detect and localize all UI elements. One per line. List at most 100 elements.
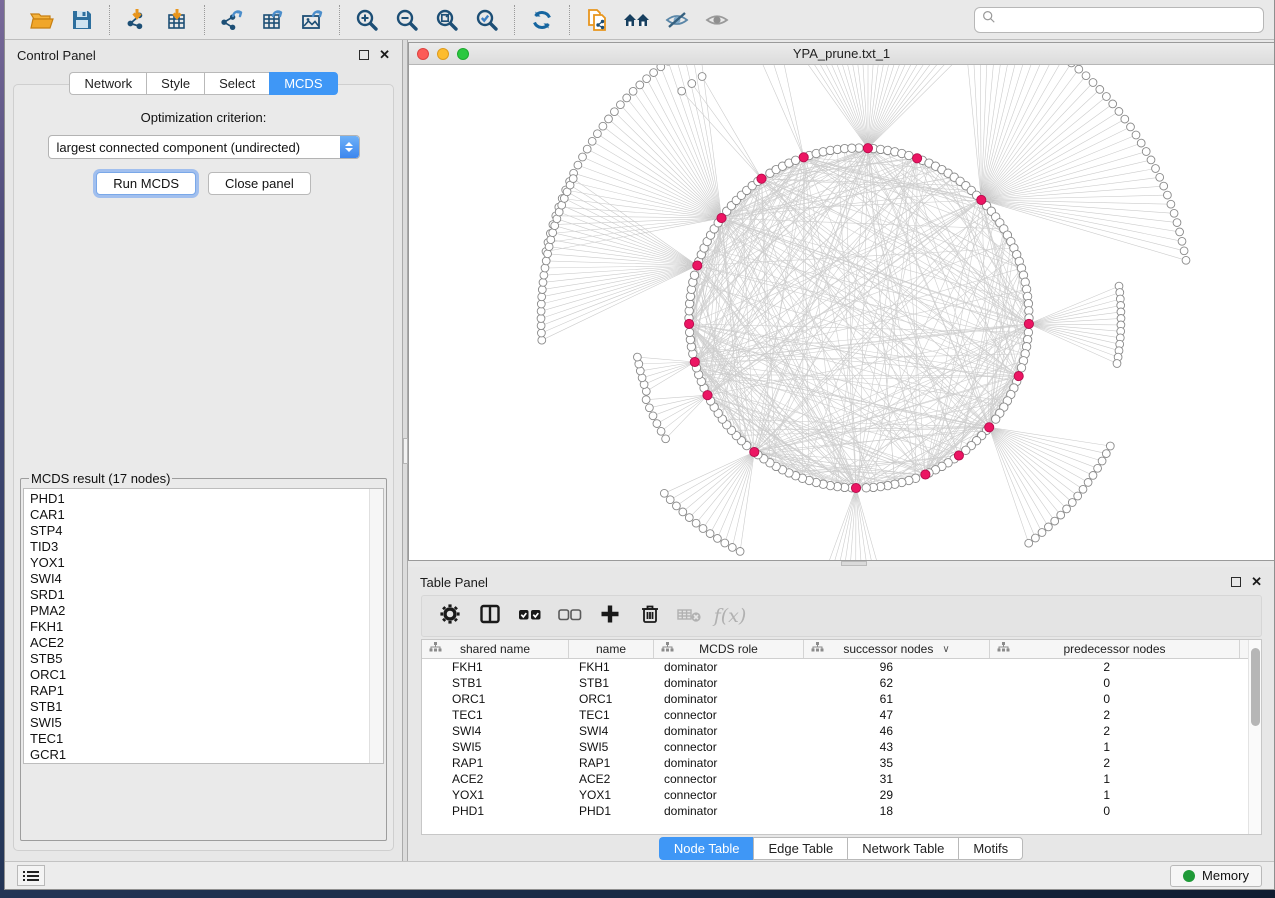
mcds-hub-node[interactable] xyxy=(913,154,922,163)
export-image-button[interactable] xyxy=(295,5,329,35)
import-network-button[interactable] xyxy=(120,5,154,35)
table-row[interactable]: FKH1FKH1dominator962 xyxy=(422,659,1248,675)
table-row[interactable]: STB1STB1dominator620 xyxy=(422,675,1248,691)
mcds-result-list[interactable]: PHD1CAR1STP4TID3YOX1SWI4SRD1PMA2FKH1ACE2… xyxy=(23,488,384,764)
table-row[interactable]: PHD1PHD1dominator180 xyxy=(422,803,1248,819)
delete-column-button[interactable] xyxy=(632,600,668,632)
mcds-hub-node[interactable] xyxy=(851,483,860,492)
duplicate-network-button[interactable] xyxy=(580,5,614,35)
table-close-panel-icon[interactable]: ✕ xyxy=(1251,577,1262,587)
mcds-hub-node[interactable] xyxy=(799,153,808,162)
mcds-hub-node[interactable] xyxy=(985,423,994,432)
mcds-result-item[interactable]: ACE2 xyxy=(30,635,369,651)
close-panel-button[interactable]: Close panel xyxy=(208,172,311,195)
mcds-result-item[interactable]: RAP1 xyxy=(30,683,369,699)
import-table-button[interactable] xyxy=(160,5,194,35)
zoom-out-button[interactable] xyxy=(390,5,424,35)
table-row[interactable]: ACE2ACE2connector311 xyxy=(422,771,1248,787)
mcds-result-item[interactable]: ORC1 xyxy=(30,667,369,683)
table-splitter-grip-icon[interactable] xyxy=(841,561,867,566)
mcds-result-item[interactable]: PHD1 xyxy=(30,491,369,507)
memory-button[interactable]: Memory xyxy=(1170,865,1262,887)
splitter-grip-icon[interactable] xyxy=(403,438,408,464)
zoom-fit-button[interactable] xyxy=(430,5,464,35)
mcds-result-item[interactable]: PMA2 xyxy=(30,603,369,619)
close-panel-icon[interactable]: ✕ xyxy=(379,50,390,60)
mcds-result-item[interactable]: CAR1 xyxy=(30,507,369,523)
mcds-hub-node[interactable] xyxy=(921,470,930,479)
table-float-panel-icon[interactable] xyxy=(1231,577,1241,587)
refresh-button[interactable] xyxy=(525,5,559,35)
zoom-in-button[interactable] xyxy=(350,5,384,35)
table-settings-button[interactable] xyxy=(432,600,468,632)
search-input[interactable] xyxy=(1002,12,1256,27)
task-history-button[interactable] xyxy=(17,865,45,886)
mcds-hub-node[interactable] xyxy=(690,357,699,366)
tab-mcds[interactable]: MCDS xyxy=(269,72,337,95)
mcds-result-item[interactable]: STB1 xyxy=(30,699,369,715)
table-tab-network-table[interactable]: Network Table xyxy=(847,837,958,860)
mcds-hub-node[interactable] xyxy=(703,391,712,400)
show-columns-button[interactable] xyxy=(472,600,508,632)
result-list-scrollbar[interactable] xyxy=(369,489,383,763)
sort-menu-icon[interactable]: ∨ xyxy=(942,644,949,655)
select-all-columns-button[interactable] xyxy=(512,600,548,632)
mcds-result-item[interactable]: SWI5 xyxy=(30,715,369,731)
table-tab-edge-table[interactable]: Edge Table xyxy=(753,837,847,860)
mcds-hub-node[interactable] xyxy=(757,174,766,183)
column-header-name[interactable]: name xyxy=(569,640,654,658)
table-row[interactable]: SWI5SWI5connector431 xyxy=(422,739,1248,755)
network-canvas[interactable] xyxy=(409,65,1274,560)
create-column-button[interactable] xyxy=(592,600,628,632)
mcds-hub-node[interactable] xyxy=(750,447,759,456)
run-mcds-button[interactable]: Run MCDS xyxy=(96,172,196,195)
mcds-result-item[interactable]: GCR1 xyxy=(30,747,369,763)
mcds-hub-node[interactable] xyxy=(693,261,702,270)
tab-select[interactable]: Select xyxy=(204,72,269,95)
panel-splitter[interactable] xyxy=(402,40,408,861)
search-box[interactable] xyxy=(974,7,1264,33)
deselect-all-columns-button[interactable] xyxy=(552,600,588,632)
show-all-button[interactable] xyxy=(700,5,734,35)
table-scrollbar[interactable] xyxy=(1248,640,1261,834)
mcds-hub-node[interactable] xyxy=(954,451,963,460)
table-tab-node-table[interactable]: Node Table xyxy=(659,837,754,860)
mcds-hub-node[interactable] xyxy=(685,319,694,328)
export-network-button[interactable] xyxy=(215,5,249,35)
export-table-button[interactable] xyxy=(255,5,289,35)
mcds-hub-node[interactable] xyxy=(863,144,872,153)
mcds-hub-node[interactable] xyxy=(717,214,726,223)
mcds-result-item[interactable]: TEC1 xyxy=(30,731,369,747)
mcds-result-item[interactable]: SRD1 xyxy=(30,587,369,603)
mcds-result-item[interactable]: TID3 xyxy=(30,539,369,555)
table-tab-motifs[interactable]: Motifs xyxy=(958,837,1023,860)
column-header-shared-name[interactable]: shared name xyxy=(422,640,569,658)
hide-selected-button[interactable] xyxy=(660,5,694,35)
column-header-successor-nodes[interactable]: successor nodes∨ xyxy=(804,640,990,658)
first-neighbors-button[interactable] xyxy=(620,5,654,35)
mcds-result-item[interactable]: FKH1 xyxy=(30,619,369,635)
table-scrollbar-thumb[interactable] xyxy=(1251,648,1260,726)
mcds-result-item[interactable]: STP4 xyxy=(30,523,369,539)
column-header-MCDS-role[interactable]: MCDS role xyxy=(654,640,804,658)
open-folder-button[interactable] xyxy=(25,5,59,35)
mcds-result-item[interactable]: SWI4 xyxy=(30,571,369,587)
mcds-hub-node[interactable] xyxy=(977,195,986,204)
save-button[interactable] xyxy=(65,5,99,35)
table-row[interactable]: YOX1YOX1connector291 xyxy=(422,787,1248,803)
optimization-criterion-select[interactable]: largest connected component (undirected) xyxy=(48,135,360,159)
zoom-selected-button[interactable] xyxy=(470,5,504,35)
table-row[interactable]: TEC1TEC1connector472 xyxy=(422,707,1248,723)
tab-style[interactable]: Style xyxy=(146,72,204,95)
mcds-result-item[interactable]: YOX1 xyxy=(30,555,369,571)
table-splitter[interactable] xyxy=(408,561,1274,567)
table-row[interactable]: RAP1RAP1dominator352 xyxy=(422,755,1248,771)
table-row[interactable]: ORC1ORC1dominator610 xyxy=(422,691,1248,707)
tab-network[interactable]: Network xyxy=(69,72,146,95)
mcds-hub-node[interactable] xyxy=(1014,372,1023,381)
mcds-result-item[interactable]: STB5 xyxy=(30,651,369,667)
mcds-hub-node[interactable] xyxy=(1024,319,1033,328)
table-row[interactable]: SWI4SWI4dominator462 xyxy=(422,723,1248,739)
float-panel-icon[interactable] xyxy=(359,50,369,60)
column-header-predecessor-nodes[interactable]: predecessor nodes xyxy=(990,640,1240,658)
